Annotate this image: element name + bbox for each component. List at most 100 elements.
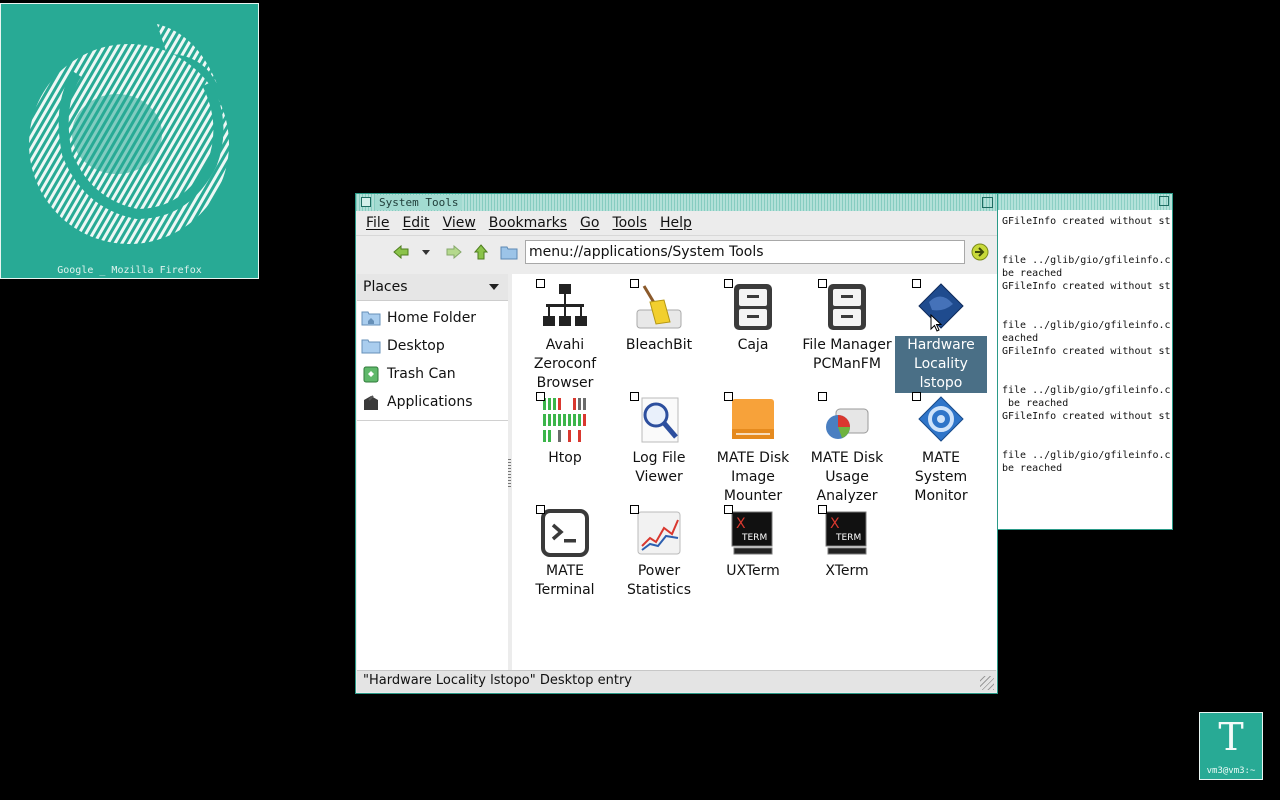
log-line: file ../glib/gio/gfileinfo.c [1002,320,1171,331]
file-cabinet-icon [734,284,772,330]
system-monitor-icon [918,396,964,442]
toolbar: menu://applications/System Tools [356,235,997,267]
menu-help[interactable]: Help [660,215,692,231]
symlink-icon [536,505,545,514]
log-viewer-icon [641,397,679,443]
window-menu-button[interactable] [361,197,371,207]
item-label: Log File Viewer [632,450,686,485]
symlink-icon [818,279,827,288]
menu-tools[interactable]: Tools [612,215,647,231]
back-arrow-icon[interactable] [391,242,411,262]
log-line: GFileInfo created without st [1002,346,1171,357]
item-label: Caja [737,337,769,353]
item-label: BleachBit [625,337,693,353]
symlink-icon [724,279,733,288]
item-mate-terminal[interactable]: MATE Terminal [519,505,611,600]
maximize-button[interactable] [1159,196,1169,206]
symlink-icon [536,279,545,288]
item-mate-system-monitor[interactable]: MATE System Monitor [895,392,987,506]
icon-view: Avahi Zeroconf Browser BleachBit Caja Fi… [512,274,997,670]
log-line: file ../glib/gio/gfileinfo.c [1002,450,1171,461]
log-output: GFileInfo created without st file ../gli… [998,210,1172,475]
disk-image-icon [732,399,774,439]
sidebar-item-trash-can[interactable]: Trash Can [357,360,508,388]
sidebar-item-desktop[interactable]: Desktop [357,332,508,360]
menu-view[interactable]: View [443,215,476,231]
item-label: MATE Terminal [535,563,595,598]
item-uxterm[interactable]: X TERM UXTerm [707,505,799,581]
power-stats-icon [637,511,681,555]
symlink-icon [818,505,827,514]
symlink-icon [912,279,921,288]
sidebar-header-label: Places [363,279,408,295]
window-titlebar[interactable]: System Tools [356,194,997,211]
menu-bookmarks[interactable]: Bookmarks [489,215,567,231]
item-file-manager-pcmanfm[interactable]: File Manager PCManFM [801,279,893,374]
go-button-icon[interactable] [970,242,990,262]
item-label: Htop [548,450,582,466]
caja-file-manager-window[interactable]: System Tools File Edit View Bookmarks Go… [355,193,998,694]
applications-icon [364,395,378,410]
item-hardware-locality-lstopo[interactable]: Hardware Locality lstopo [895,279,987,393]
item-label: UXTerm [726,563,780,579]
disk-usage-icon [826,408,869,439]
firefox-minimized-window[interactable]: Google _ Mozilla Firefox [0,3,259,279]
log-line: file ../glib/gio/gfileinfo.c [1002,385,1171,396]
folder-desktop-icon [361,339,381,354]
location-folder-icon[interactable] [499,242,519,262]
sidebar-item-label: Trash Can [387,366,456,382]
location-input[interactable]: menu://applications/System Tools [525,240,965,264]
item-log-file-viewer[interactable]: Log File Viewer [613,392,705,487]
window-title: System Tools [375,195,463,210]
network-icon [543,284,587,326]
menu-file[interactable]: File [366,215,389,231]
item-avahi-zeroconf-browser[interactable]: Avahi Zeroconf Browser [519,279,611,393]
item-mate-disk-image-mounter[interactable]: MATE Disk Image Mounter [707,392,799,506]
maximize-button[interactable] [982,197,993,208]
log-line: GFileInfo created without st [1002,411,1171,422]
item-caja[interactable]: Caja [707,279,799,355]
sidebar-item-label: Home Folder [387,310,477,326]
item-xterm[interactable]: X TERM XTerm [801,505,893,581]
log-window-titlebar[interactable] [998,194,1172,210]
item-htop[interactable]: Htop [519,392,611,468]
firefox-logo-icon [29,24,229,244]
symlink-icon [912,392,921,401]
symlink-icon [724,505,733,514]
up-arrow-icon[interactable] [471,242,491,262]
forward-arrow-icon[interactable] [444,242,464,262]
mouse-cursor-icon [930,314,942,332]
resize-grip[interactable] [980,676,994,690]
xterm-icon: X TERM [731,511,773,555]
terminal-glyph-icon: T [1218,715,1244,759]
menu-go[interactable]: Go [580,215,599,231]
log-line: eached [1002,333,1039,344]
trash-icon [363,366,379,383]
item-label: XTerm [825,563,869,579]
sidebar-header[interactable]: Places [357,274,508,301]
item-bleachbit[interactable]: BleachBit [613,279,705,355]
item-power-statistics[interactable]: Power Statistics [613,505,705,600]
symlink-icon [630,392,639,401]
item-mate-disk-usage-analyzer[interactable]: MATE Disk Usage Analyzer [801,392,893,506]
sidebar-item-home-folder[interactable]: Home Folder [357,304,508,332]
terminal-icon [541,509,589,557]
sidebar-item-applications[interactable]: Applications [357,388,508,416]
terminal-log-window[interactable]: GFileInfo created without st file ../gli… [997,193,1173,530]
folder-home-icon [361,311,381,326]
history-dropdown-icon[interactable] [416,242,436,262]
terminal-minimized-window[interactable]: T vm3@vm3:~ [1199,712,1263,780]
svg-text:TERM: TERM [835,533,861,543]
item-label: File Manager PCManFM [802,337,892,372]
chevron-down-icon[interactable] [489,284,499,290]
log-line: GFileInfo created without st [1002,216,1171,227]
menu-edit[interactable]: Edit [402,215,429,231]
htop-icon [543,398,586,442]
